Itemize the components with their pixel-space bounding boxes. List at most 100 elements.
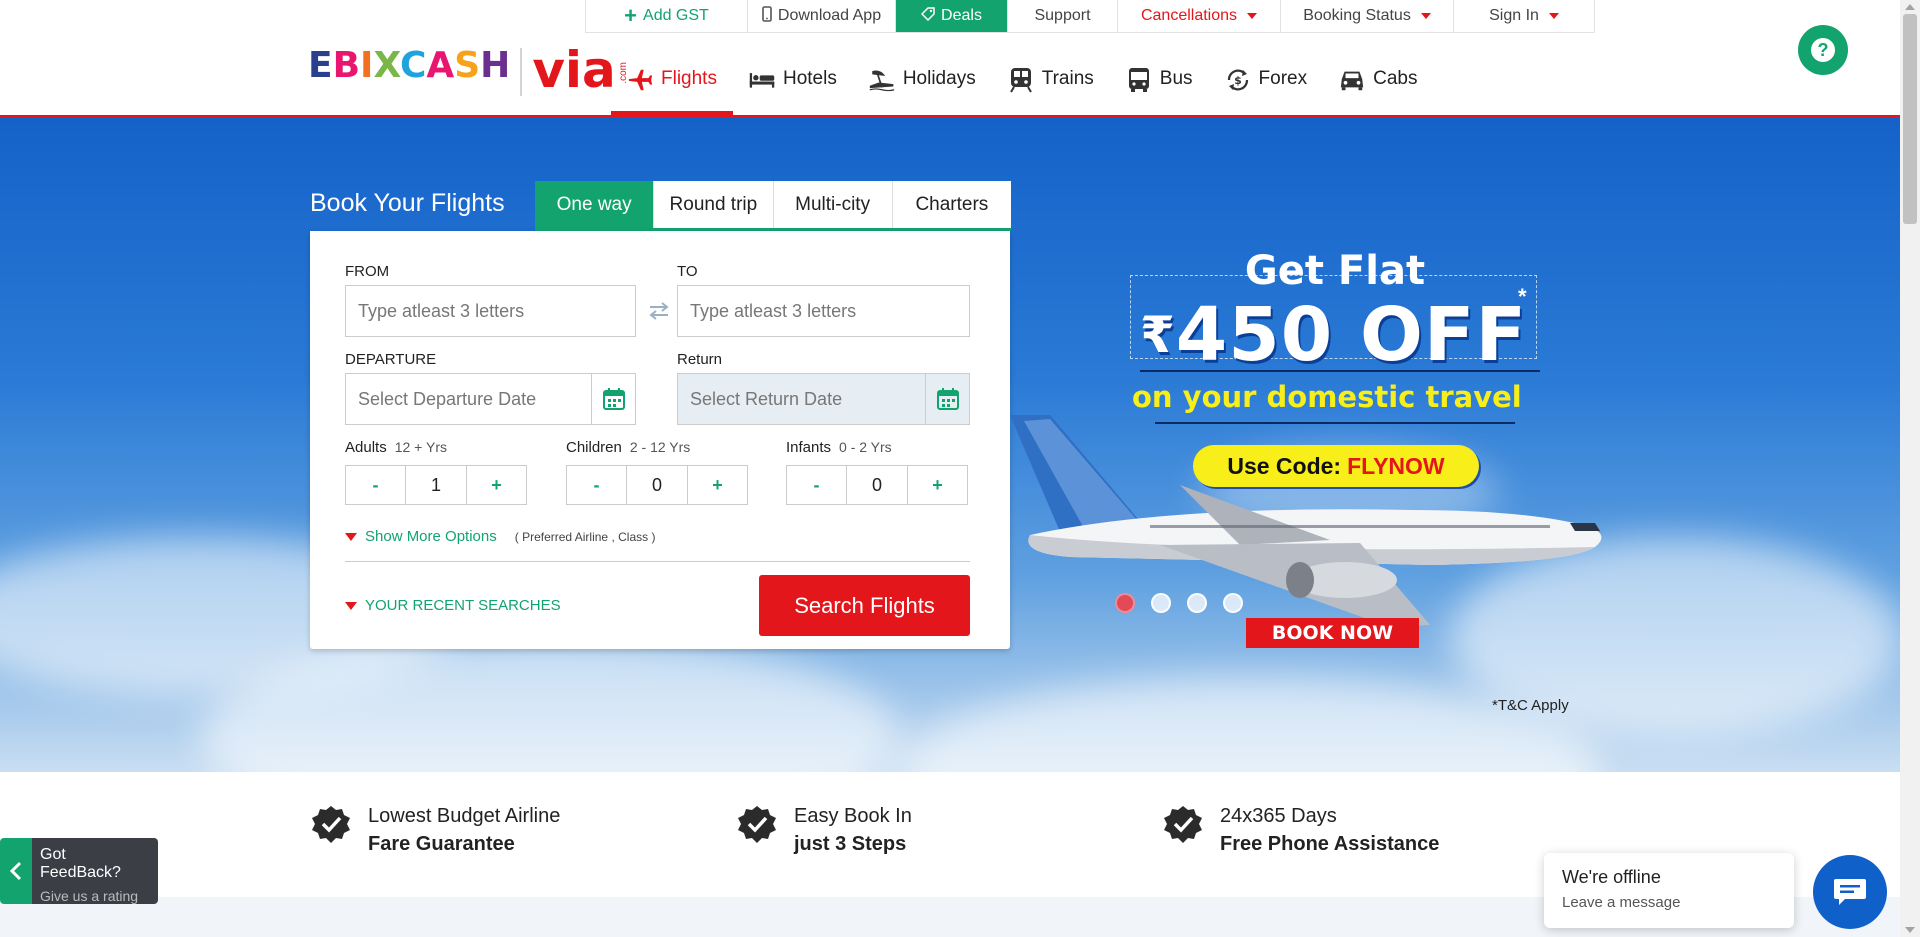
- adults-stepper: - 1 +: [345, 465, 527, 505]
- chat-button[interactable]: [1813, 855, 1887, 929]
- beach-icon: [869, 68, 895, 92]
- plus-icon: +: [624, 3, 638, 28]
- children-minus-button[interactable]: -: [567, 466, 626, 504]
- ebixcash-logo: EBIXCASH: [308, 45, 511, 86]
- add-gst-link[interactable]: + Add GST: [586, 0, 748, 32]
- promo-banner[interactable]: Get Flat ₹450 OFF * on your domestic tra…: [1010, 240, 1630, 740]
- feedback-widget[interactable]: Got FeedBack? Give us a rating: [0, 838, 158, 904]
- feature-easy-booking: Easy Book In just 3 Steps: [736, 802, 912, 858]
- carousel-dot[interactable]: [1151, 593, 1171, 613]
- carousel-dot[interactable]: [1115, 593, 1135, 613]
- swap-icon[interactable]: [644, 299, 674, 323]
- nav-cabs[interactable]: Cabs: [1323, 58, 1433, 116]
- booking-form: FROM Type atleast 3 letters TO Type atle…: [310, 231, 1010, 649]
- nav-flights[interactable]: Flights: [611, 58, 733, 116]
- nav-bus[interactable]: Bus: [1110, 58, 1209, 116]
- caret-down-icon: [1247, 13, 1258, 19]
- nav-holidays[interactable]: Holidays: [853, 58, 992, 116]
- adults-value: 1: [405, 466, 467, 504]
- train-icon: [1008, 68, 1034, 93]
- chat-bubble-icon: [1834, 879, 1866, 905]
- from-label: FROM: [345, 263, 390, 280]
- carousel-dot[interactable]: [1223, 593, 1243, 613]
- adults-label: Adults 12 + Yrs: [345, 439, 447, 456]
- site-logo[interactable]: EBIXCASH via .com: [308, 41, 629, 99]
- plane-icon: [627, 68, 653, 92]
- terms-note: *T&C Apply: [1492, 697, 1569, 714]
- logo-divider: [520, 48, 523, 96]
- nav-hotels[interactable]: Hotels: [733, 58, 853, 116]
- triangle-down-icon: [345, 601, 357, 610]
- bus-icon: [1126, 68, 1152, 92]
- divider: [345, 561, 970, 562]
- chevron-left-icon[interactable]: [0, 838, 32, 904]
- scroll-thumb[interactable]: [1903, 14, 1917, 224]
- tab-round-trip[interactable]: Round trip: [654, 181, 774, 228]
- caret-down-icon: [1420, 13, 1431, 19]
- support-link[interactable]: Support: [1008, 0, 1118, 32]
- cancellations-dropdown[interactable]: Cancellations: [1118, 0, 1281, 32]
- infants-value: 0: [846, 466, 908, 504]
- calendar-icon[interactable]: [591, 374, 635, 424]
- trip-type-tabs: One way Round trip Multi-city Charters: [535, 181, 1011, 231]
- tab-one-way[interactable]: One way: [535, 181, 655, 228]
- promo-amount: ₹450 OFF: [1140, 292, 1528, 378]
- promo-underline: [1140, 370, 1540, 372]
- calendar-icon[interactable]: [925, 374, 969, 424]
- tab-charters[interactable]: Charters: [893, 181, 1011, 228]
- children-plus-button[interactable]: +: [688, 466, 747, 504]
- to-input[interactable]: Type atleast 3 letters: [677, 285, 970, 337]
- nav-forex[interactable]: $ Forex: [1209, 58, 1324, 116]
- verified-badge-icon: [738, 806, 776, 843]
- help-button[interactable]: ?: [1798, 25, 1848, 75]
- nav-trains[interactable]: Trains: [992, 58, 1110, 116]
- tab-multi-city[interactable]: Multi-city: [774, 181, 893, 228]
- bed-icon: [749, 68, 775, 92]
- infants-label: Infants 0 - 2 Yrs: [786, 439, 892, 456]
- children-value: 0: [626, 466, 688, 504]
- svg-text:$: $: [1234, 74, 1242, 87]
- from-input[interactable]: Type atleast 3 letters: [345, 285, 636, 337]
- show-more-options-link[interactable]: Show More Options ( Preferred Airline , …: [345, 528, 655, 545]
- return-date-input[interactable]: Select Return Date: [677, 373, 970, 425]
- widget-title: Book Your Flights: [310, 189, 505, 217]
- promo-asterisk: *: [1518, 284, 1527, 309]
- search-flights-button[interactable]: Search Flights: [759, 575, 970, 636]
- forex-icon: $: [1225, 68, 1251, 92]
- feedback-text: Got FeedBack? Give us a rating: [32, 838, 158, 904]
- booking-status-dropdown[interactable]: Booking Status: [1281, 0, 1454, 32]
- carousel-dot[interactable]: [1187, 593, 1207, 613]
- scroll-down-arrow[interactable]: [1905, 927, 1915, 933]
- mobile-icon: [762, 5, 772, 27]
- book-now-button[interactable]: BOOK NOW: [1246, 618, 1419, 648]
- infants-stepper: - 0 +: [786, 465, 968, 505]
- page-scrollbar[interactable]: [1900, 0, 1920, 937]
- return-label: Return: [677, 351, 723, 368]
- promo-subline: on your domestic travel: [1132, 380, 1522, 414]
- carousel-dots: [1115, 593, 1243, 613]
- triangle-down-icon: [345, 532, 357, 541]
- utility-bar: + Add GST Download App Deals Support Can…: [585, 0, 1595, 33]
- children-label: Children 2 - 12 Yrs: [566, 439, 691, 456]
- infants-plus-button[interactable]: +: [908, 466, 967, 504]
- scroll-up-arrow[interactable]: [1905, 4, 1915, 10]
- caret-down-icon: [1548, 13, 1559, 19]
- chat-offline-popup[interactable]: We're offline Leave a message: [1544, 853, 1794, 928]
- verified-badge-icon: [1164, 806, 1202, 843]
- infants-minus-button[interactable]: -: [787, 466, 846, 504]
- promo-headline: Get Flat: [1244, 248, 1426, 294]
- via-logo: via: [532, 41, 616, 99]
- tag-icon: [920, 6, 935, 26]
- adults-plus-button[interactable]: +: [467, 466, 526, 504]
- feature-fare-guarantee: Lowest Budget Airline Fare Guarantee: [310, 802, 560, 858]
- departure-label: DEPARTURE: [345, 351, 437, 368]
- feature-phone-assistance: 24x365 Days Free Phone Assistance: [1162, 802, 1439, 858]
- question-icon: ?: [1811, 38, 1835, 62]
- sign-in-dropdown[interactable]: Sign In: [1454, 0, 1594, 32]
- adults-minus-button[interactable]: -: [346, 466, 405, 504]
- children-stepper: - 0 +: [566, 465, 748, 505]
- departure-date-input[interactable]: Select Departure Date: [345, 373, 636, 425]
- deals-link[interactable]: Deals: [896, 0, 1008, 32]
- download-app-link[interactable]: Download App: [748, 0, 896, 32]
- recent-searches-link[interactable]: YOUR RECENT SEARCHES: [345, 597, 561, 614]
